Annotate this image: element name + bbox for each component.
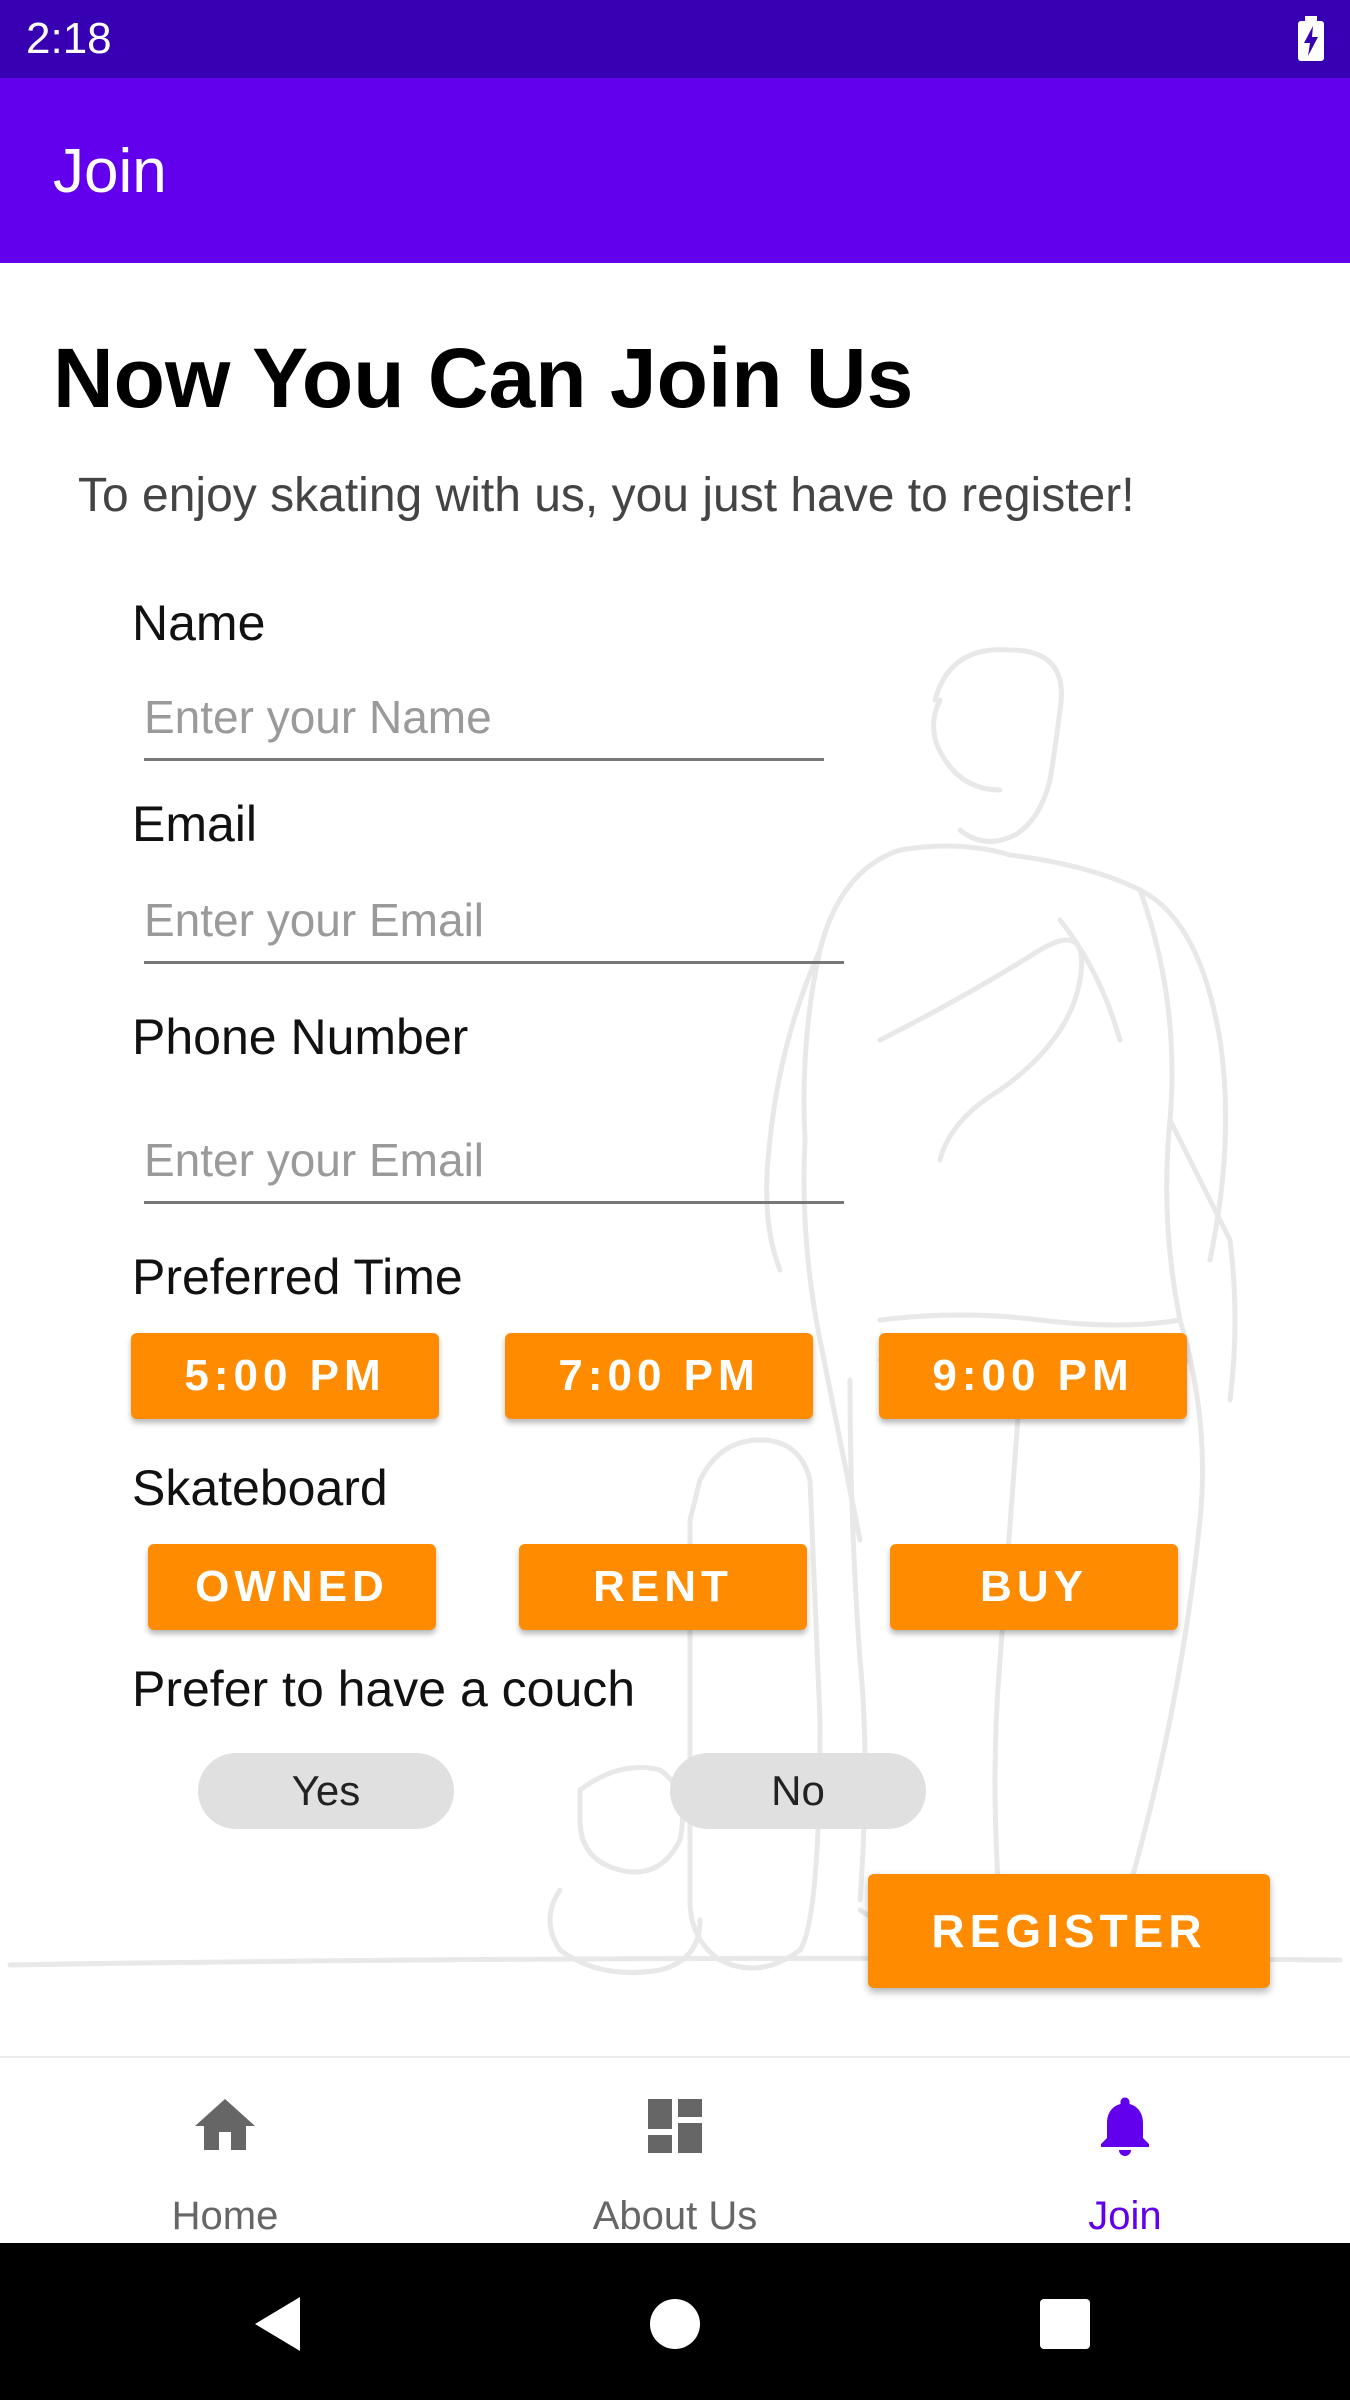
- status-bar: 2:18: [0, 0, 1350, 78]
- home-circle-icon[interactable]: [640, 2289, 710, 2359]
- battery-charging-icon: [1298, 16, 1324, 61]
- status-time: 2:18: [26, 14, 112, 63]
- name-label: Name: [132, 595, 266, 651]
- system-navigation-bar: [0, 2243, 1350, 2400]
- bottom-navigation: Home About Us Join: [0, 2056, 1350, 2245]
- email-input[interactable]: [144, 885, 844, 964]
- skateboard-buy-button[interactable]: BUY: [890, 1544, 1178, 1630]
- nav-item-home[interactable]: Home: [0, 2058, 450, 2245]
- bell-icon: [1101, 2097, 1149, 2156]
- dashboard-icon: [648, 2099, 702, 2153]
- email-label: Email: [132, 796, 258, 852]
- time-5pm-button[interactable]: 5:00 PM: [131, 1333, 439, 1419]
- phone-input[interactable]: [144, 1125, 844, 1204]
- nav-label-join: Join: [1088, 2194, 1162, 2238]
- skateboard-rent-button[interactable]: RENT: [519, 1544, 807, 1630]
- nav-item-join[interactable]: Join: [900, 2058, 1350, 2245]
- couch-no-chip[interactable]: No: [670, 1753, 926, 1829]
- preferred-time-label: Preferred Time: [132, 1249, 463, 1305]
- page-subheading: To enjoy skating with us, you just have …: [78, 469, 1135, 522]
- skateboard-label: Skateboard: [132, 1460, 388, 1516]
- name-input[interactable]: [144, 682, 824, 761]
- recents-icon[interactable]: [1030, 2289, 1100, 2359]
- time-9pm-button[interactable]: 9:00 PM: [879, 1333, 1187, 1419]
- couch-label: Prefer to have a couch: [132, 1661, 636, 1717]
- nav-label-about-us: About Us: [592, 2194, 758, 2238]
- nav-item-about-us[interactable]: About Us: [450, 2058, 900, 2245]
- couch-yes-chip[interactable]: Yes: [198, 1753, 454, 1829]
- nav-label-home: Home: [171, 2194, 279, 2238]
- phone-label: Phone Number: [132, 1009, 469, 1065]
- time-7pm-button[interactable]: 7:00 PM: [505, 1333, 813, 1419]
- app-title: Join: [53, 137, 167, 206]
- skateboard-owned-button[interactable]: OWNED: [148, 1544, 436, 1630]
- page-heading: Now You Can Join Us: [53, 331, 914, 425]
- home-icon: [195, 2099, 255, 2150]
- back-icon[interactable]: [245, 2289, 315, 2359]
- app-bar: Join: [0, 78, 1350, 263]
- register-button[interactable]: REGISTER: [868, 1874, 1270, 1988]
